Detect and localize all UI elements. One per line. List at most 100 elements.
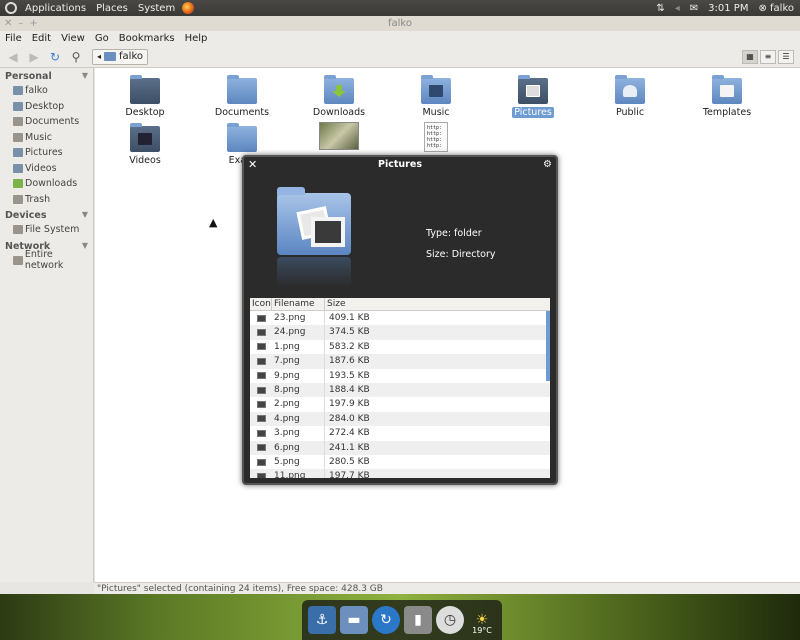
crumb-left-arrow-icon[interactable]: ◂: [97, 52, 101, 61]
table-header: Icon Filename Size: [250, 298, 550, 311]
window-titlebar[interactable]: ✕–+ falko: [0, 16, 800, 31]
menu-places[interactable]: Places: [91, 3, 133, 14]
trash-icon: [13, 194, 23, 204]
home-icon: [13, 86, 23, 96]
public-folder-icon: [615, 75, 645, 104]
folder-public[interactable]: Public: [585, 75, 675, 118]
network-icon[interactable]: ⇅: [656, 3, 664, 14]
sidebar-item-file-system[interactable]: File System: [0, 222, 93, 238]
compact-view-icon[interactable]: ☰: [778, 49, 794, 64]
pictures-folder-large-icon: [277, 187, 351, 255]
menu-edit[interactable]: Edit: [27, 33, 56, 44]
software-center-icon[interactable]: ↻: [372, 606, 400, 634]
table-row[interactable]: 8.png 188.4 KB: [250, 382, 550, 398]
list-view-icon[interactable]: ≡: [760, 49, 776, 64]
column-header-size[interactable]: Size: [325, 298, 550, 310]
downloads-icon: [13, 179, 23, 189]
search-icon[interactable]: ⚲: [68, 49, 84, 65]
location-breadcrumb[interactable]: ◂ falko: [92, 48, 148, 65]
anchor-icon[interactable]: ⚓: [308, 606, 336, 634]
menu-file[interactable]: File: [0, 33, 27, 44]
weather-temp: 19°C: [472, 626, 492, 635]
sidebar-section-devices[interactable]: Devices ▼: [0, 207, 93, 222]
table-scrollbar[interactable]: [546, 311, 550, 381]
table-row[interactable]: 6.png 241.1 KB: [250, 440, 550, 455]
column-header-icon[interactable]: Icon: [250, 298, 272, 310]
sidebar-item-music[interactable]: Music: [0, 130, 93, 146]
window-title: falko: [388, 18, 412, 29]
videos-folder-icon: [130, 123, 160, 152]
table-row[interactable]: 24.png 374.5 KB: [250, 325, 550, 340]
menu-go[interactable]: Go: [90, 33, 114, 44]
clock-icon[interactable]: ◷: [436, 606, 464, 634]
download-folder-icon: [324, 75, 354, 104]
table-row[interactable]: 2.png 197.9 KB: [250, 397, 550, 412]
sidebar-item-trash[interactable]: Trash: [0, 192, 93, 208]
crumb-label: falko: [119, 51, 143, 62]
window-controls[interactable]: ✕–+: [4, 16, 44, 31]
table-row[interactable]: 11.png 197.7 KB: [250, 469, 550, 478]
sidebar-item-documents[interactable]: Documents: [0, 114, 93, 130]
mail-icon[interactable]: ✉: [690, 3, 698, 14]
folder-pictures[interactable]: Pictures: [488, 75, 578, 118]
folder-downloads[interactable]: Downloads: [294, 75, 384, 118]
menu-help[interactable]: Help: [180, 33, 213, 44]
volume-icon[interactable]: ◂: [675, 3, 680, 14]
ubuntu-logo-icon[interactable]: [5, 2, 17, 14]
table-row[interactable]: 1.png 583.2 KB: [250, 339, 550, 355]
sidebar-item-desktop[interactable]: Desktop: [0, 99, 93, 115]
back-icon[interactable]: ◀: [5, 49, 21, 65]
menu-bookmarks[interactable]: Bookmarks: [114, 33, 180, 44]
sidebar-item-falko[interactable]: falko: [0, 83, 93, 99]
sidebar-item-pictures[interactable]: Pictures: [0, 145, 93, 161]
folder-music[interactable]: Music: [391, 75, 481, 118]
chevron-down-icon[interactable]: ▼: [82, 71, 88, 82]
icon-view-icon[interactable]: ▦: [742, 49, 758, 64]
table-row[interactable]: 5.png 280.5 KB: [250, 454, 550, 470]
folder-templates[interactable]: Templates: [682, 75, 772, 118]
text-file[interactable]: http: http: http: http:: [391, 122, 481, 155]
gear-icon[interactable]: ⚙: [543, 157, 552, 173]
image-file[interactable]: [294, 122, 384, 153]
table-row[interactable]: 4.png 284.0 KB: [250, 411, 550, 427]
table-row[interactable]: 7.png 187.6 KB: [250, 354, 550, 369]
clock[interactable]: 3:01 PM: [708, 3, 748, 14]
trash-icon[interactable]: ▮: [404, 606, 432, 634]
folder-documents[interactable]: Documents: [197, 75, 287, 118]
table-row[interactable]: 3.png 272.4 KB: [250, 426, 550, 441]
popup-titlebar[interactable]: ✕ Pictures ⚙: [244, 157, 556, 173]
sidebar-item-videos[interactable]: Videos: [0, 161, 93, 177]
forward-icon[interactable]: ▶: [26, 49, 42, 65]
home-icon: [104, 52, 117, 61]
image-file-icon: [256, 458, 266, 466]
sidebar-section-personal[interactable]: Personal ▼: [0, 68, 93, 83]
close-icon[interactable]: ✕: [248, 157, 257, 173]
sidebar-item-downloads[interactable]: Downloads: [0, 176, 93, 192]
image-file-icon: [256, 314, 266, 322]
videos-icon: [13, 163, 23, 173]
firefox-icon[interactable]: [182, 2, 195, 14]
file-table[interactable]: Icon Filename Size 23.png 409.1 KB 24.png…: [250, 298, 550, 478]
sidebar-item-entire-network[interactable]: Entire network: [0, 249, 93, 271]
view-switcher: ▦ ≡ ☰: [742, 49, 794, 64]
home-folder-icon[interactable]: ▬: [340, 606, 368, 634]
menu-applications[interactable]: Applications: [20, 3, 91, 14]
chevron-down-icon[interactable]: ▼: [82, 210, 88, 221]
weather-icon[interactable]: ☀ 19°C: [468, 606, 496, 635]
menu-system[interactable]: System: [133, 3, 180, 14]
table-row[interactable]: 23.png 409.1 KB: [250, 311, 550, 326]
table-row[interactable]: 9.png 193.5 KB: [250, 368, 550, 383]
image-file-icon: [256, 357, 266, 365]
image-file-icon: [256, 343, 266, 351]
folder-desktop[interactable]: Desktop: [100, 75, 190, 118]
music-folder-icon: [421, 75, 451, 104]
user-menu[interactable]: ⊗ falko: [758, 3, 794, 14]
column-header-filename[interactable]: Filename: [272, 298, 325, 310]
menu-view[interactable]: View: [56, 33, 90, 44]
image-file-icon: [256, 401, 266, 409]
drive-icon: [13, 225, 23, 235]
dock: ⚓ ▬ ↻ ▮ ◷ ☀ 19°C: [302, 600, 502, 640]
popup-title: Pictures: [378, 159, 422, 170]
folder-videos[interactable]: Videos: [100, 123, 190, 166]
reload-icon[interactable]: ↻: [47, 49, 63, 65]
